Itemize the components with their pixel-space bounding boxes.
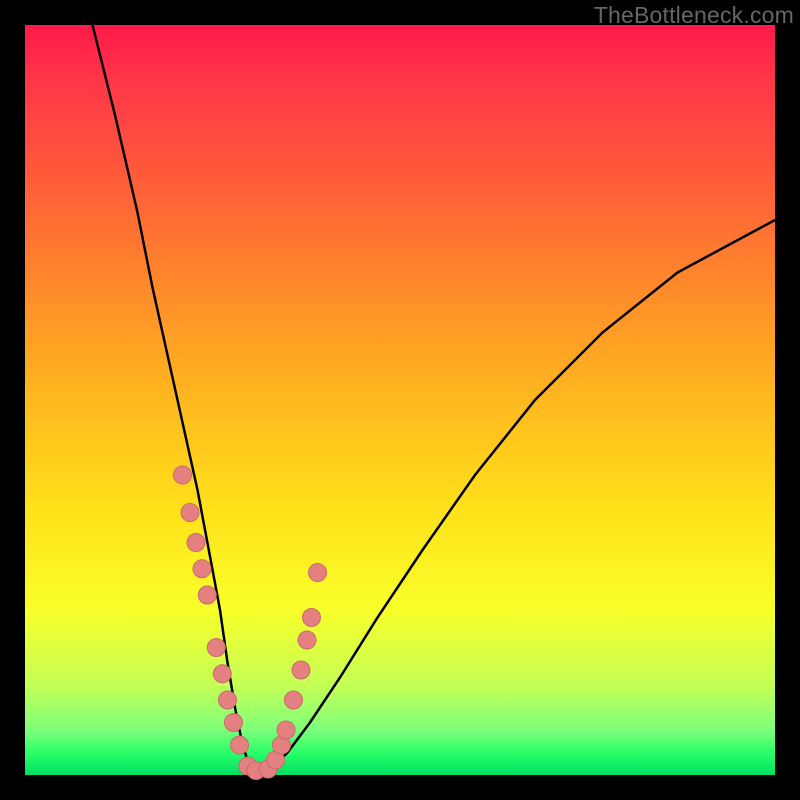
data-marker: [292, 661, 310, 679]
data-marker: [193, 560, 211, 578]
data-marker: [225, 714, 243, 732]
data-marker: [198, 586, 216, 604]
data-marker: [174, 466, 192, 484]
data-marker: [303, 609, 321, 627]
data-marker: [207, 639, 225, 657]
data-marker: [219, 691, 237, 709]
data-marker: [277, 721, 295, 739]
data-marker: [181, 504, 199, 522]
data-marker: [213, 665, 231, 683]
data-marker: [298, 631, 316, 649]
chart-overlay: [0, 0, 800, 800]
bottleneck-curve: [93, 25, 776, 771]
data-marker: [187, 534, 205, 552]
data-marker: [285, 691, 303, 709]
data-marker: [309, 564, 327, 582]
data-marker: [231, 736, 249, 754]
